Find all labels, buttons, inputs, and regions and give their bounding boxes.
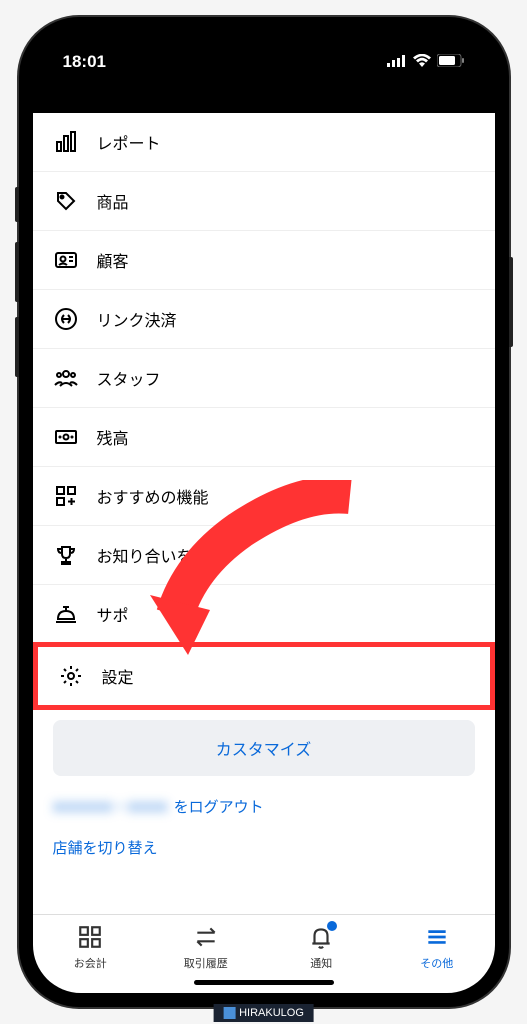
- menu-item-staff[interactable]: スタッフ: [33, 349, 495, 408]
- tab-label: 通知: [310, 955, 332, 971]
- tab-checkout[interactable]: お会計: [33, 923, 149, 971]
- mute-switch: [15, 187, 19, 222]
- tab-label: お会計: [74, 955, 107, 971]
- wifi-icon: [413, 52, 431, 72]
- menu-list[interactable]: レポート 商品 顧客: [33, 113, 495, 914]
- notification-badge: [327, 921, 337, 931]
- menu-label: 設定: [102, 664, 134, 688]
- app-content: レポート 商品 顧客: [33, 113, 495, 993]
- battery-icon: [437, 52, 465, 72]
- menu-item-support[interactable]: サポ: [33, 585, 495, 644]
- menu-item-customers[interactable]: 顧客: [33, 231, 495, 290]
- tab-more[interactable]: その他: [379, 923, 495, 971]
- tab-label: 取引履歴: [184, 955, 228, 971]
- transfer-icon: [192, 923, 220, 951]
- bell-icon: [307, 923, 335, 951]
- menu-label: 残高: [97, 425, 129, 449]
- logout-suffix: をログアウト: [174, 796, 264, 817]
- menu-label: 商品: [97, 189, 129, 213]
- id-card-icon: [53, 247, 79, 273]
- menu-item-balance[interactable]: 残高: [33, 408, 495, 467]
- tab-transactions[interactable]: 取引履歴: [148, 923, 264, 971]
- status-time: 18:01: [63, 52, 106, 72]
- menu-label: レポート: [97, 130, 161, 154]
- menu-item-addons[interactable]: おすすめの機能: [33, 467, 495, 526]
- menu-item-referral[interactable]: お知り合いを: [33, 526, 495, 585]
- menu-label: おすすめの機能: [97, 484, 209, 508]
- menu-item-settings[interactable]: 設定: [33, 642, 495, 710]
- money-icon: [53, 424, 79, 450]
- bell-service-icon: [53, 601, 79, 627]
- gear-icon: [58, 663, 84, 689]
- menu-label: 顧客: [97, 248, 129, 272]
- logout-link[interactable]: XXXXXX・XXXX をログアウト: [53, 796, 475, 817]
- logout-username-blurred: XXXXXX・XXXX: [53, 796, 168, 817]
- notch: [174, 31, 354, 61]
- menu-item-reports[interactable]: レポート: [33, 113, 495, 172]
- menu-label: リンク決済: [97, 307, 177, 331]
- phone-screen: 18:01 レポート: [33, 31, 495, 993]
- people-icon: [53, 365, 79, 391]
- watermark-text: HIRAKULOG: [239, 1007, 304, 1019]
- status-icons: [387, 52, 465, 72]
- trophy-icon: [53, 542, 79, 568]
- menu-label: お知り合いを: [97, 543, 193, 567]
- grid-icon: [76, 923, 104, 951]
- apps-add-icon: [53, 483, 79, 509]
- menu-item-items[interactable]: 商品: [33, 172, 495, 231]
- volume-down: [15, 317, 19, 377]
- customize-button[interactable]: カスタマイズ: [53, 720, 475, 776]
- menu-item-link-payment[interactable]: リンク決済: [33, 290, 495, 349]
- tab-label: その他: [420, 955, 453, 971]
- lower-section: カスタマイズ XXXXXX・XXXX をログアウト 店舗を切り替え: [33, 708, 495, 858]
- menu-icon: [423, 923, 451, 951]
- signal-icon: [387, 52, 407, 72]
- watermark-icon: [223, 1007, 235, 1019]
- chart-icon: [53, 129, 79, 155]
- phone-frame: 18:01 レポート: [19, 17, 509, 1007]
- menu-label: サポ: [97, 602, 129, 626]
- link-icon: [53, 306, 79, 332]
- menu-label: スタッフ: [97, 366, 161, 390]
- power-button: [509, 257, 513, 347]
- switch-store-link[interactable]: 店舗を切り替え: [53, 837, 475, 858]
- watermark: HIRAKULOG: [213, 1004, 314, 1022]
- tab-notifications[interactable]: 通知: [264, 923, 380, 971]
- volume-up: [15, 242, 19, 302]
- tag-icon: [53, 188, 79, 214]
- home-indicator[interactable]: [194, 980, 334, 985]
